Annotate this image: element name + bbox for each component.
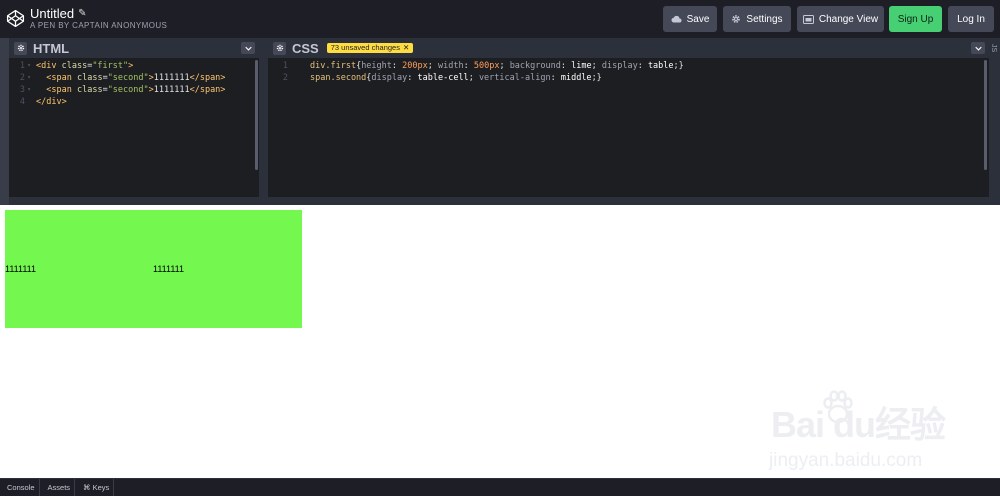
code-text: </div> bbox=[36, 97, 67, 107]
log-in-button[interactable]: Log In bbox=[948, 6, 994, 32]
editor-resizer[interactable] bbox=[0, 38, 9, 205]
codepen-window: Untitled ✎ A PEN BY CAPTAIN ANONYMOUS Sa… bbox=[0, 0, 1000, 496]
unsaved-changes-text: 73 unsaved changes bbox=[330, 43, 400, 52]
unsaved-changes-badge[interactable]: 73 unsaved changes ✕ bbox=[326, 43, 414, 53]
css-editor-scrollbar[interactable] bbox=[984, 60, 987, 170]
css-settings-gear-icon[interactable] bbox=[273, 41, 286, 55]
line-number: 4 bbox=[15, 96, 33, 108]
css-collapse-chevron-down-icon[interactable] bbox=[971, 42, 985, 54]
fold-arrow-icon bbox=[25, 96, 33, 108]
cloud-icon bbox=[671, 15, 682, 23]
code-text: div.first{height: 200px; width: 500px; b… bbox=[310, 61, 684, 71]
baidu-jingyan-watermark: Bai du经验 jingyan.baidu.com bbox=[765, 390, 995, 475]
html-editor-pane: HTML 1 ▾ <div class="first"> 2 ▾ <span class… bbox=[9, 38, 259, 197]
codepen-logo-icon[interactable] bbox=[6, 9, 25, 28]
css-pane-title: CSS bbox=[292, 40, 319, 56]
console-button[interactable]: Console bbox=[3, 479, 40, 496]
watermark-url: jingyan.baidu.com bbox=[769, 450, 923, 471]
html-pane-header: HTML bbox=[9, 38, 259, 58]
change-view-label: Change View bbox=[818, 13, 879, 25]
layout-icon bbox=[802, 14, 814, 24]
paw-icon bbox=[823, 390, 853, 424]
change-view-button[interactable]: Change View bbox=[797, 6, 884, 32]
css-code-editor[interactable]: 1 div.first{height: 200px; width: 500px; … bbox=[268, 60, 989, 84]
line-number: 2 bbox=[282, 73, 288, 83]
assets-button[interactable]: Assets bbox=[44, 479, 76, 496]
code-line[interactable]: 1 div.first{height: 200px; width: 500px; … bbox=[268, 60, 989, 72]
gear-icon bbox=[732, 15, 741, 23]
fold-arrow-icon: ▾ bbox=[27, 74, 31, 81]
html-editor-scrollbar[interactable] bbox=[255, 60, 258, 170]
pen-title[interactable]: Untitled bbox=[30, 6, 74, 21]
css-pane-header: CSS 73 unsaved changes ✕ bbox=[268, 38, 989, 58]
settings-label: Settings bbox=[746, 13, 783, 25]
span-second-cell-2: 1111111 bbox=[153, 264, 185, 274]
line-number: 3 ▾ bbox=[15, 84, 33, 96]
code-text: <div class="first"> bbox=[36, 61, 134, 71]
css-editor-pane: CSS 73 unsaved changes ✕ 1 div.first{heig… bbox=[268, 38, 989, 197]
code-line[interactable]: 2 span.second{display: table-cell; vertic… bbox=[268, 72, 989, 84]
js-pane-tab[interactable]: JS bbox=[989, 38, 1000, 205]
bottom-bar: Console Assets ⌘ Keys bbox=[0, 478, 1000, 496]
code-line[interactable]: 4 </div> bbox=[9, 96, 259, 108]
line-number: 1 bbox=[282, 61, 288, 71]
top-header: Untitled ✎ A PEN BY CAPTAIN ANONYMOUS Sa… bbox=[0, 0, 1000, 38]
div-first-table: 1111111 1111111 bbox=[5, 210, 302, 328]
code-text: <span class="second">1111111</span> bbox=[46, 73, 226, 83]
code-text: <span class="second">1111111</span> bbox=[46, 85, 226, 95]
span-second-cell-1: 1111111 bbox=[5, 264, 37, 274]
save-label: Save bbox=[686, 13, 710, 25]
fold-arrow-icon: ▾ bbox=[27, 62, 31, 69]
keys-button[interactable]: ⌘ Keys bbox=[79, 479, 115, 496]
line-number: 2 ▾ bbox=[15, 72, 33, 84]
pen-title-wrap[interactable]: Untitled ✎ bbox=[30, 6, 86, 21]
result-preview: 1111111 1111111 Bai du经验 jingyan.baidu.c… bbox=[0, 205, 1000, 478]
sign-up-button[interactable]: Sign Up bbox=[889, 6, 942, 32]
code-line[interactable]: 3 ▾ <span class="second">1111111</span> bbox=[9, 84, 259, 96]
js-pane-label: JS bbox=[990, 44, 997, 53]
pencil-edit-icon[interactable]: ✎ bbox=[78, 6, 86, 21]
save-button[interactable]: Save bbox=[663, 6, 717, 32]
html-settings-gear-icon[interactable] bbox=[14, 41, 27, 55]
code-line[interactable]: 1 ▾ <div class="first"> bbox=[9, 60, 259, 72]
watermark-brand: Bai du经验 bbox=[771, 404, 946, 445]
editor-area: HTML 1 ▾ <div class="first"> 2 ▾ <span class… bbox=[0, 38, 1000, 205]
code-line[interactable]: 2 ▾ <span class="second">1111111</span> bbox=[9, 72, 259, 84]
html-pane-title: HTML bbox=[33, 40, 70, 56]
code-text: span.second{display: table-cell; vertica… bbox=[310, 73, 602, 83]
html-collapse-chevron-down-icon[interactable] bbox=[241, 42, 255, 54]
settings-button[interactable]: Settings bbox=[723, 6, 791, 32]
pen-author: A PEN BY CAPTAIN ANONYMOUS bbox=[30, 21, 168, 30]
close-icon[interactable]: ✕ bbox=[403, 43, 409, 53]
fold-arrow-icon: ▾ bbox=[27, 86, 31, 93]
line-number: 1 ▾ bbox=[15, 60, 33, 72]
html-code-editor[interactable]: 1 ▾ <div class="first"> 2 ▾ <span class="sec… bbox=[9, 60, 259, 108]
